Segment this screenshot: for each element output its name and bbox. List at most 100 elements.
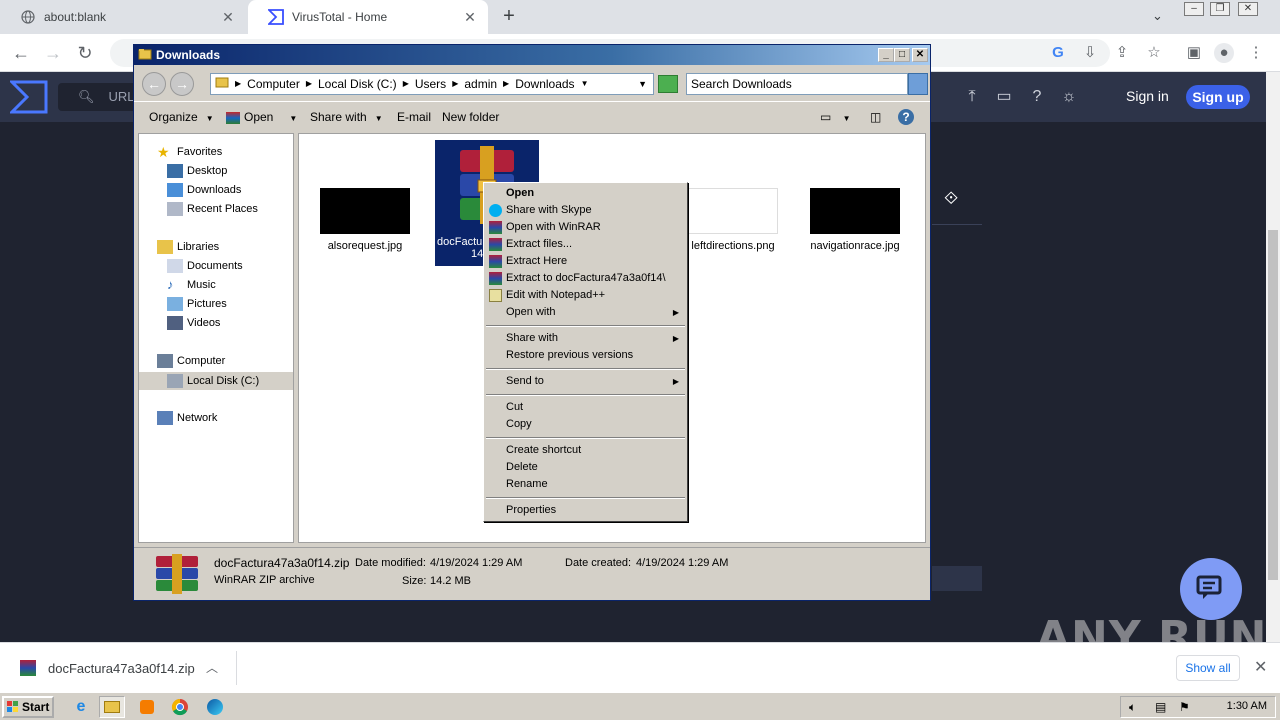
forward-arrow-icon[interactable]: →	[40, 40, 66, 66]
reload-icon[interactable]: ↻	[72, 40, 98, 66]
menu-item-share-with[interactable]: Share with ▶	[486, 330, 685, 347]
breadcrumb-arrow-icon[interactable]: ▶	[235, 74, 241, 94]
menu-item-extract-here[interactable]: Extract Here	[486, 253, 685, 270]
menu-item-delete[interactable]: Delete	[486, 459, 685, 476]
menu-kebab-icon[interactable]: ⋮	[1246, 43, 1266, 63]
breadcrumb[interactable]: ▶ Computer ▶ Local Disk (C:) ▶ Users ▶ a…	[210, 73, 654, 95]
scrollbar-thumb[interactable]	[1268, 230, 1278, 580]
notifications-icon[interactable]: ▭	[994, 87, 1014, 107]
menu-item-extract-files[interactable]: Extract files...	[486, 236, 685, 253]
breadcrumb-arrow-icon[interactable]: ▶	[403, 74, 409, 94]
tab-virustotal[interactable]: VirusTotal - Home ✕	[248, 0, 488, 34]
menu-item-cut[interactable]: Cut	[486, 399, 685, 416]
menu-item-edit-notepadpp[interactable]: Edit with Notepad++	[486, 287, 685, 304]
menu-item-restore-versions[interactable]: Restore previous versions	[486, 347, 685, 364]
close-icon[interactable]: ✕	[1254, 657, 1267, 677]
preview-pane-icon[interactable]: ◫	[870, 110, 881, 124]
nav-videos[interactable]: Videos	[167, 315, 220, 331]
minimize-icon[interactable]: –	[1184, 2, 1204, 16]
breadcrumb-arrow-icon[interactable]: ▶	[503, 74, 509, 94]
nav-favorites[interactable]: ★ Favorites	[157, 144, 222, 160]
breadcrumb-downloads[interactable]: Downloads	[515, 74, 574, 94]
nav-libraries[interactable]: Libraries	[157, 239, 219, 255]
side-panel-icon[interactable]: ▣	[1184, 43, 1204, 63]
file-item[interactable]: leftdirections.png	[681, 188, 785, 252]
nav-music[interactable]: ♪ Music	[167, 277, 216, 293]
breadcrumb-computer[interactable]: Computer	[247, 74, 300, 94]
organize-button[interactable]: Organize ▼	[149, 110, 214, 124]
flag-icon[interactable]: ⚑	[1179, 700, 1190, 714]
profile-avatar-icon[interactable]: ●	[1214, 43, 1234, 63]
tab-search-chevron-icon[interactable]: ⌄	[1152, 8, 1163, 24]
edge-icon[interactable]	[202, 696, 228, 718]
menu-item-create-shortcut[interactable]: Create shortcut	[486, 442, 685, 459]
menu-item-open[interactable]: Open	[486, 185, 685, 202]
back-arrow-icon[interactable]: ←	[8, 40, 34, 66]
api-icon[interactable]: ⟐	[944, 188, 958, 209]
show-all-button[interactable]: Show all	[1176, 655, 1240, 681]
chevron-up-icon[interactable]: ︿	[206, 659, 218, 676]
search-input[interactable]: Search Downloads	[686, 73, 908, 95]
sign-in-link[interactable]: Sign in	[1126, 88, 1169, 104]
maximize-icon[interactable]: □	[894, 48, 910, 62]
menu-item-share-skype[interactable]: Share with Skype	[486, 202, 685, 219]
share-with-button[interactable]: Share with ▼	[310, 110, 383, 124]
volume-icon[interactable]: 🔈︎	[1129, 700, 1136, 715]
nav-network[interactable]: Network	[157, 410, 217, 426]
back-arrow-icon[interactable]: ←	[142, 72, 166, 96]
bookmark-star-icon[interactable]: ☆	[1144, 43, 1164, 63]
help-icon[interactable]: ?	[898, 109, 914, 125]
menu-item-properties[interactable]: Properties	[486, 502, 685, 519]
menu-item-extract-to[interactable]: Extract to docFactura47a3a0f14\	[486, 270, 685, 287]
new-folder-button[interactable]: New folder	[442, 110, 499, 124]
menu-item-copy[interactable]: Copy	[486, 416, 685, 433]
theme-sun-icon[interactable]: ☼	[1059, 87, 1079, 107]
explorer-taskbar-icon[interactable]	[99, 696, 125, 718]
close-tab-icon[interactable]: ✕	[220, 9, 236, 25]
breadcrumb-arrow-icon[interactable]: ▶	[306, 74, 312, 94]
explorer-title-bar[interactable]: Downloads _ □ ✕	[134, 45, 930, 65]
nav-computer[interactable]: Computer	[157, 353, 225, 369]
chat-button[interactable]	[1180, 558, 1242, 620]
menu-item-send-to[interactable]: Send to ▶	[486, 373, 685, 390]
view-options-icon[interactable]: ▭ ▼	[820, 110, 851, 124]
clock[interactable]: 1:30 AM	[1227, 700, 1267, 712]
nav-desktop[interactable]: Desktop	[167, 163, 227, 179]
close-window-icon[interactable]: ✕	[1238, 2, 1258, 16]
share-icon[interactable]: ⇪	[1112, 43, 1132, 63]
open-button[interactable]: Open ▼	[226, 110, 297, 124]
install-icon[interactable]: ⇩	[1080, 43, 1100, 63]
minimize-icon[interactable]: _	[878, 48, 894, 62]
upload-icon[interactable]: ⤒	[962, 87, 982, 107]
email-button[interactable]: E-mail	[397, 110, 431, 124]
breadcrumb-arrow-icon[interactable]: ▼	[581, 74, 589, 94]
nav-downloads[interactable]: Downloads	[167, 182, 241, 198]
breadcrumb-arrow-icon[interactable]: ▶	[452, 74, 458, 94]
new-tab-button[interactable]: +	[498, 6, 520, 28]
address-dropdown-icon[interactable]: ▼	[638, 74, 647, 94]
tab-about-blank[interactable]: about:blank ✕	[0, 0, 246, 34]
help-icon[interactable]: ?	[1027, 87, 1047, 107]
chrome-icon[interactable]	[167, 696, 193, 718]
close-window-icon[interactable]: ✕	[912, 48, 928, 62]
close-tab-icon[interactable]: ✕	[462, 9, 478, 25]
start-button[interactable]: Start	[2, 696, 54, 718]
breadcrumb-local-disk[interactable]: Local Disk (C:)	[318, 74, 397, 94]
nav-documents[interactable]: Documents	[167, 258, 243, 274]
network-tray-icon[interactable]: ▤	[1155, 700, 1166, 714]
google-icon[interactable]: G	[1048, 43, 1068, 63]
forward-arrow-icon[interactable]: →	[170, 72, 194, 96]
menu-item-open-winrar[interactable]: Open with WinRAR	[486, 219, 685, 236]
breadcrumb-users[interactable]: Users	[415, 74, 446, 94]
breadcrumb-admin[interactable]: admin	[464, 74, 497, 94]
menu-item-rename[interactable]: Rename	[486, 476, 685, 493]
search-icon[interactable]	[908, 73, 928, 95]
file-item[interactable]: alsorequest.jpg	[313, 188, 417, 252]
nav-pictures[interactable]: Pictures	[167, 296, 227, 312]
menu-item-open-with[interactable]: Open with ▶	[486, 304, 685, 321]
media-player-icon[interactable]	[134, 696, 160, 718]
restore-icon[interactable]: ❐	[1210, 2, 1230, 16]
refresh-icon[interactable]	[658, 75, 678, 93]
nav-local-disk[interactable]: Local Disk (C:)	[139, 372, 293, 390]
sign-up-button[interactable]: Sign up	[1186, 85, 1250, 109]
